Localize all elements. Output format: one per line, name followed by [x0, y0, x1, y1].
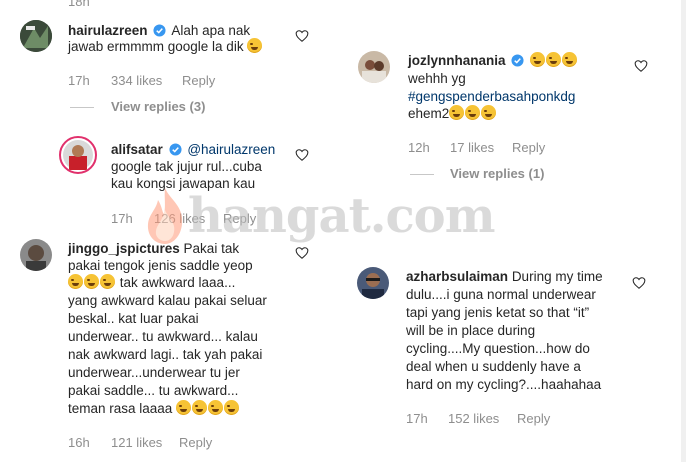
heart-icon[interactable]: [632, 276, 646, 290]
comment-text-line: hard on my cycling?....haahahaa: [406, 377, 602, 392]
hashtag-link[interactable]: #gengspenderbasahponkdg: [408, 88, 575, 106]
comment-text-line: kau kongsi jawapan kau: [111, 176, 256, 191]
reply-button[interactable]: Reply: [182, 73, 215, 88]
sweat-smile-emoji-icon: [224, 400, 240, 415]
heart-icon[interactable]: [295, 148, 309, 162]
verified-badge-icon: [169, 143, 182, 156]
comment-meta: 12h 17 likes Reply: [408, 140, 608, 156]
reply-button[interactable]: Reply: [517, 411, 550, 426]
comment-text-line: pakai saddle... tu awkward...: [68, 383, 239, 398]
timestamp: 17h: [68, 73, 90, 88]
username[interactable]: alifsatar: [111, 142, 163, 157]
comment-text-line: wehhh yg: [408, 71, 466, 86]
username[interactable]: jozlynnhanania: [408, 53, 506, 68]
comment-text-line: tapi yang jenis ketat so that “it”: [406, 305, 590, 320]
rofl-emoji-icon: [208, 400, 224, 415]
rofl-emoji-icon: [84, 274, 99, 289]
avatar-image: [63, 140, 93, 170]
reply-button[interactable]: Reply: [179, 435, 212, 450]
avatar-image: [357, 267, 389, 299]
reply-button[interactable]: Reply: [512, 140, 545, 155]
mention-link[interactable]: @hairulazreen: [187, 142, 275, 157]
winking-tongue-emoji-icon: [68, 274, 83, 289]
timestamp: 17h: [111, 211, 133, 226]
likes-count[interactable]: 121 likes: [111, 435, 162, 450]
username[interactable]: jinggo_jspictures: [68, 241, 180, 256]
avatar[interactable]: [358, 51, 390, 83]
rofl-emoji-icon: [562, 52, 578, 67]
avatar-image: [358, 51, 390, 83]
comment-meta: 17h 152 likes Reply: [406, 411, 606, 427]
heart-icon[interactable]: [295, 246, 309, 260]
verified-badge-icon: [511, 54, 524, 67]
comment-meta: 16h 121 likes Reply: [68, 435, 268, 451]
rofl-emoji-icon: [192, 400, 208, 415]
avatar-image: [20, 20, 52, 52]
verified-badge-icon: [153, 24, 166, 37]
likes-count[interactable]: 334 likes: [111, 73, 162, 88]
view-replies-link[interactable]: View replies (3): [111, 99, 205, 114]
heart-icon[interactable]: [295, 29, 309, 43]
comment-text-line: will be in place during: [406, 323, 536, 338]
comment-text-line: yang awkward kalau pakai seluar: [68, 293, 267, 308]
rofl-emoji-icon: [449, 105, 465, 120]
comment-text-line: beskal.. kat luar pakai: [68, 311, 199, 326]
likes-count[interactable]: 152 likes: [448, 411, 499, 426]
comment-text-line: pakai tengok jenis saddle yeop: [68, 258, 253, 273]
comment-text-line: deal when u suddenly have a: [406, 359, 581, 374]
heart-icon[interactable]: [634, 59, 648, 73]
comment-text-line: underwear.. tu awkward... kalau: [68, 329, 258, 344]
comment-text-line: ehem2: [408, 106, 450, 121]
comment-text: During my time: [511, 269, 603, 284]
rofl-emoji-icon: [481, 105, 497, 120]
comment-text-line: teman rasa laaaa: [68, 401, 173, 416]
comment-text-line: cycling....My question...how do: [406, 341, 590, 356]
comment-meta: 17h 334 likes Reply: [68, 73, 288, 89]
avatar-image: [20, 239, 52, 271]
comment-text: Pakai tak: [183, 241, 240, 256]
avatar[interactable]: [357, 267, 389, 299]
username[interactable]: azharbsulaiman: [406, 269, 508, 284]
divider: [410, 174, 434, 175]
rofl-emoji-icon: [530, 52, 546, 67]
likes-count[interactable]: 17 likes: [450, 140, 494, 155]
comment-text-line: dulu....i guna normal underwear: [406, 287, 596, 302]
view-replies-link[interactable]: View replies (1): [450, 166, 544, 181]
timestamp: 17h: [406, 411, 428, 426]
timestamp: 16h: [68, 435, 90, 450]
divider: [70, 107, 94, 108]
avatar[interactable]: [59, 136, 97, 174]
joy-emoji-icon: [100, 274, 115, 289]
likes-count[interactable]: 126 likes: [154, 211, 205, 226]
comment-meta: 17h 126 likes Reply: [111, 211, 291, 227]
scrollbar[interactable]: [681, 0, 686, 462]
rofl-emoji-icon: [247, 38, 263, 53]
rofl-emoji-icon: [465, 105, 481, 120]
avatar[interactable]: [20, 20, 52, 52]
comment-text: Alah apa nak: [171, 23, 251, 38]
comment-text-line: tak awkward laaa...: [119, 275, 236, 290]
timestamp: 12h: [408, 140, 430, 155]
rofl-emoji-icon: [546, 52, 562, 67]
comment-text-line: nak awkward lagi.. tak yah pakai: [68, 347, 263, 362]
reply-button[interactable]: Reply: [223, 211, 256, 226]
comment-text-line: jawab ermmmm google la dik: [68, 39, 244, 54]
comment-text-line: google tak jujur rul...cuba: [111, 159, 262, 174]
comment-text-line: underwear...underwear tu jer: [68, 365, 240, 380]
username[interactable]: hairulazreen: [68, 23, 148, 38]
winking-tongue-emoji-icon: [176, 400, 192, 415]
avatar[interactable]: [20, 239, 52, 271]
